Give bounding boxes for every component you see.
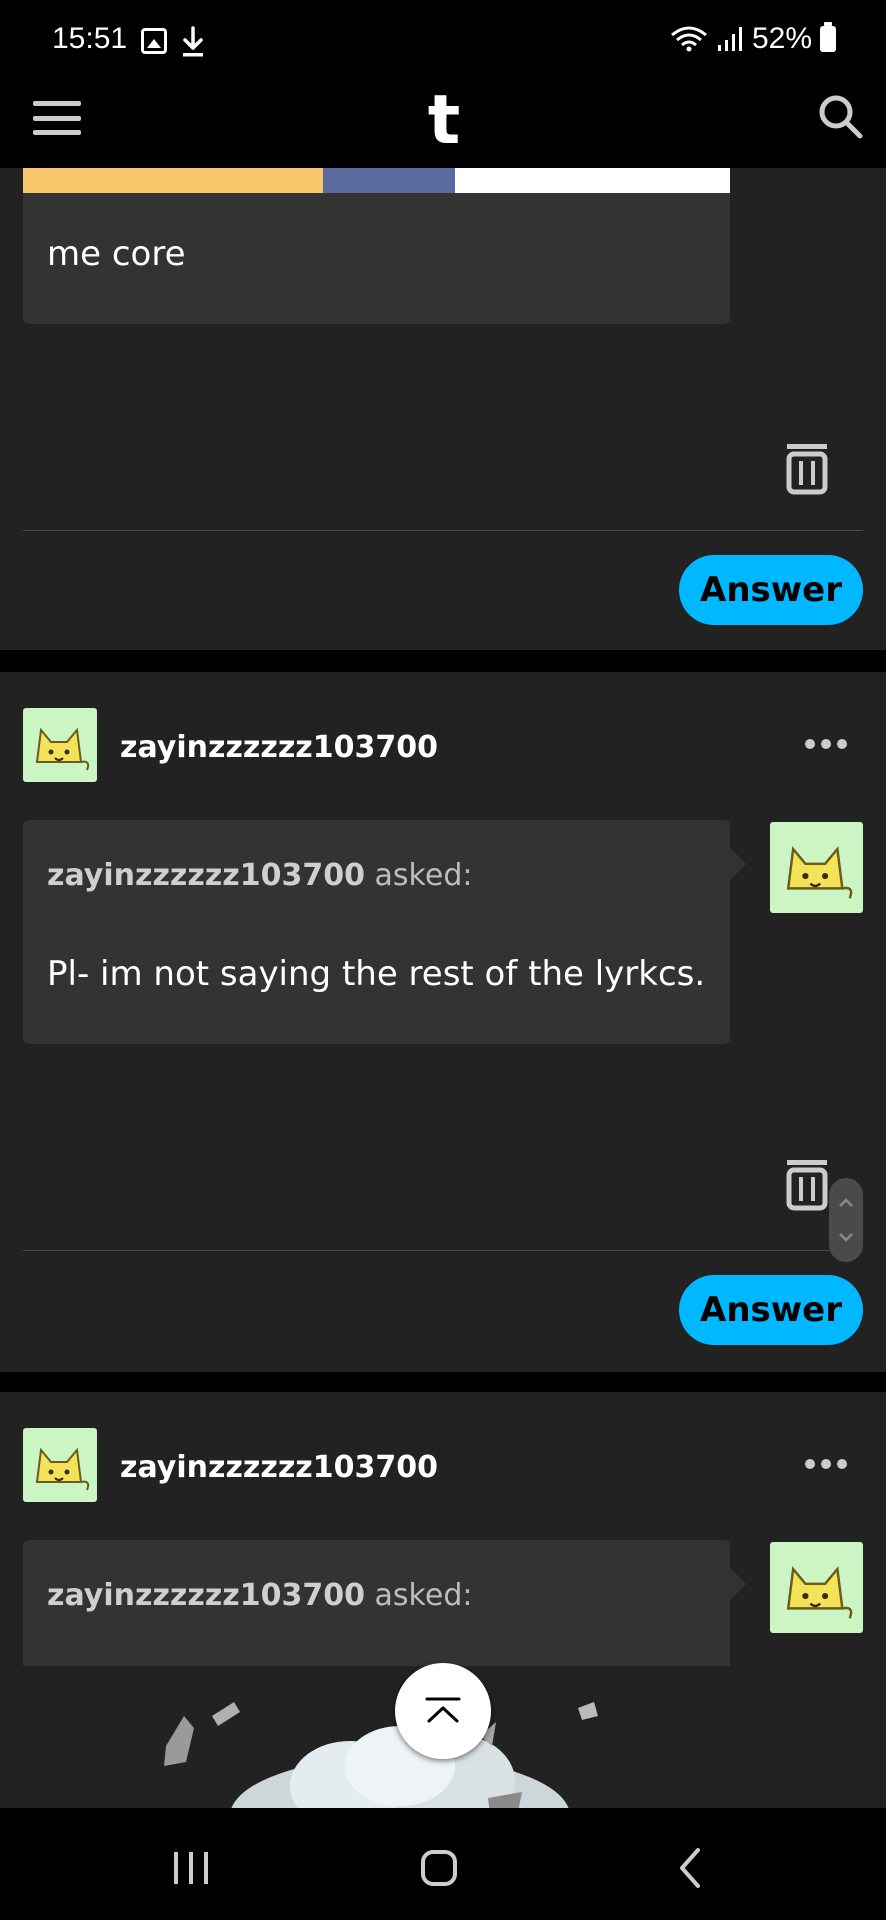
asker-avatar[interactable] (770, 822, 863, 913)
ask-text: Pl- im not saying the rest of the lyrkcs… (47, 954, 706, 994)
scroll-arrows-icon (839, 1198, 853, 1242)
post-username[interactable]: zayinzzzzzz103700 (120, 730, 438, 765)
avatar[interactable] (23, 708, 97, 782)
signal-icon (717, 27, 742, 51)
post-card: me core Answer (0, 168, 886, 650)
recents-icon[interactable] (174, 1852, 208, 1884)
status-bar: 15:51 52% (0, 0, 886, 80)
delete-icon[interactable] (785, 1158, 829, 1212)
avatar[interactable] (23, 1428, 97, 1502)
post-image-strip (23, 168, 730, 193)
more-options-icon[interactable] (804, 738, 848, 750)
ask-bubble: zayinzzzzzz103700 asked: (23, 1540, 746, 1666)
cat-avatar-icon (786, 846, 853, 899)
battery-percent: 52% (751, 22, 812, 55)
ask-bubble: me core (23, 168, 730, 324)
post-username[interactable]: zayinzzzzzz103700 (120, 1450, 438, 1485)
tumblr-logo[interactable]: t (420, 86, 468, 156)
bubble-tail (730, 1568, 746, 1600)
asker-name[interactable]: zayinzzzzzz103700 (47, 858, 365, 893)
wifi-icon (671, 26, 707, 52)
app-bar: t (0, 80, 886, 168)
home-icon[interactable] (421, 1850, 457, 1886)
status-right-cluster: 52% (670, 22, 836, 56)
cat-avatar-icon (786, 1566, 853, 1619)
image-icon (141, 28, 167, 54)
dashboard-feed[interactable]: me core Answer zayinzzzzzz103700 zayinzz… (0, 168, 886, 1808)
asker-avatar[interactable] (770, 1542, 863, 1633)
ask-text: me core (47, 234, 186, 274)
card-divider (23, 530, 863, 531)
menu-icon[interactable] (33, 98, 81, 138)
download-icon (183, 26, 203, 57)
scroll-handle[interactable] (829, 1178, 863, 1262)
ask-bubble: zayinzzzzzz103700 asked: Pl- im not sayi… (23, 820, 746, 1044)
post-card: zayinzzzzzz103700 zayinzzzzzz103700 aske… (0, 672, 886, 1372)
search-icon[interactable] (816, 92, 864, 140)
card-divider (23, 1250, 863, 1251)
ask-header: zayinzzzzzz103700 asked: (47, 1578, 472, 1613)
cat-avatar-icon (35, 1447, 90, 1491)
answer-button[interactable]: Answer (679, 1275, 863, 1345)
asked-label: asked: (374, 1578, 473, 1613)
ask-header: zayinzzzzzz103700 asked: (47, 858, 472, 893)
system-nav-bar (0, 1808, 886, 1920)
scroll-to-top-button[interactable] (395, 1663, 491, 1759)
asker-name[interactable]: zayinzzzzzz103700 (47, 1578, 365, 1613)
chevron-up-icon (425, 1697, 461, 1723)
back-icon[interactable] (678, 1848, 702, 1888)
asked-label: asked: (374, 858, 473, 893)
answer-button[interactable]: Answer (679, 555, 863, 625)
status-time: 15:51 (52, 22, 128, 55)
more-options-icon[interactable] (804, 1458, 848, 1470)
bubble-tail (730, 848, 746, 880)
battery-icon (820, 22, 836, 52)
delete-icon[interactable] (785, 442, 829, 496)
cat-avatar-icon (35, 727, 90, 771)
